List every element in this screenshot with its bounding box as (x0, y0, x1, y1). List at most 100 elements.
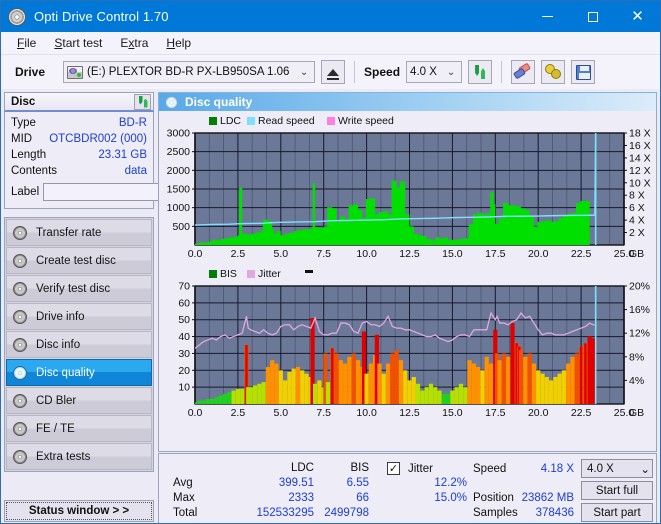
svg-text:12%: 12% (629, 328, 650, 340)
stats-speed-value: 4.18 X (540, 463, 574, 475)
sidebar-item-label: Transfer rate (36, 226, 102, 239)
sidebar-item-drive-info[interactable]: Drive info (6, 303, 152, 330)
svg-text:20: 20 (178, 365, 190, 377)
svg-text:500: 500 (172, 221, 190, 233)
sidebar-item-verify-test-disc[interactable]: Verify test disc (6, 275, 152, 302)
start-part-button[interactable]: Start part (581, 503, 653, 522)
stats-speed-label: Speed (473, 463, 507, 475)
svg-text:15.0: 15.0 (442, 248, 463, 260)
stats-row-total-label: Total (173, 507, 198, 519)
status-window-button[interactable]: Status window > > (4, 500, 154, 522)
menu-file[interactable]: File (8, 34, 45, 52)
eraser-icon (513, 62, 532, 80)
save-button[interactable] (571, 60, 596, 84)
title-bar: Opti Drive Control 1.70 ✕ (1, 1, 660, 32)
start-full-button[interactable]: Start full (581, 481, 653, 500)
charts-panel: LDC Read speed Write speed 500 1000 1500 2000 2… (158, 111, 657, 452)
disc-icon (13, 449, 27, 464)
svg-text:50: 50 (178, 314, 190, 326)
disc-refresh-button[interactable] (134, 93, 151, 110)
jitter-checkbox[interactable]: ✓ (387, 462, 400, 475)
sidebar-item-label: Create test disc (36, 254, 116, 267)
menu-bar: File Start test Extra Help (1, 32, 660, 55)
svg-text:10: 10 (178, 382, 190, 394)
menu-extra[interactable]: Extra (111, 34, 157, 52)
sidebar-item-extra-tests[interactable]: Extra tests (6, 443, 152, 470)
sidebar-item-label: Drive info (36, 310, 85, 323)
stats-max-bis: 66 (356, 492, 369, 504)
sidebar-item-label: Extra tests (36, 450, 91, 463)
svg-text:12.5: 12.5 (399, 248, 420, 260)
minimize-button[interactable] (525, 1, 570, 32)
toolbar-divider-1 (354, 61, 356, 83)
svg-text:70: 70 (178, 281, 190, 293)
menu-help[interactable]: Help (157, 34, 200, 52)
svg-text:7.5: 7.5 (316, 248, 331, 260)
svg-text:22.5: 22.5 (571, 407, 592, 419)
stats-avg-ldc: 399.51 (278, 477, 314, 489)
refresh-button[interactable] (468, 60, 493, 84)
svg-text:16%: 16% (629, 304, 650, 316)
close-icon: ✕ (631, 7, 644, 25)
svg-text:40: 40 (178, 331, 190, 343)
toolbar-divider-2 (501, 61, 503, 83)
svg-text:20.0: 20.0 (528, 248, 549, 260)
svg-text:Write speed: Write speed (338, 115, 394, 127)
svg-text:Read speed: Read speed (258, 115, 315, 127)
svg-text:4 X: 4 X (629, 215, 645, 227)
sidebar-item-transfer-rate[interactable]: Transfer rate (6, 219, 152, 246)
stats-position-value: 23862 MB (521, 492, 574, 504)
svg-text:2.5: 2.5 (231, 407, 246, 419)
stats-col-ldc-header: LDC (290, 462, 314, 474)
svg-text:17.5: 17.5 (485, 248, 506, 260)
svg-text:16 X: 16 X (629, 140, 651, 152)
drive-label: Drive (15, 65, 46, 79)
svg-text:5.0: 5.0 (273, 407, 288, 419)
disc-mid-value: OTCBDR002 (000) (49, 133, 147, 145)
result-speed-select[interactable]: 4.0 X ⌄ (581, 459, 653, 478)
disc-row-contents: Contents data (11, 163, 147, 179)
sidebar-item-label: Disc quality (36, 366, 95, 379)
sidebar-item-disc-info[interactable]: Disc info (6, 331, 152, 358)
sidebar-item-disc-quality[interactable]: Disc quality (6, 359, 152, 386)
svg-text:4%: 4% (629, 375, 644, 387)
close-button[interactable]: ✕ (615, 1, 660, 32)
sidebar-item-label: CD Bler (36, 394, 77, 407)
svg-text:8%: 8% (629, 351, 644, 363)
toolbar: Drive (E:) PLEXTOR BD-R PX-LB950SA 1.06 … (1, 55, 660, 89)
sidebar-item-create-test-disc[interactable]: Create test disc (6, 247, 152, 274)
menu-start-test[interactable]: Start test (45, 34, 111, 52)
chevron-down-icon: ⌄ (446, 66, 456, 78)
stats-total-bis: 2499798 (324, 507, 369, 519)
speed-select[interactable]: 4.0 X ⌄ (406, 61, 463, 83)
sidebar-item-fe-te[interactable]: FE / TE (6, 415, 152, 442)
app-disc-icon (8, 7, 26, 26)
jitter-label: Jitter (408, 463, 433, 475)
svg-text:18 X: 18 X (629, 128, 651, 140)
svg-text:1000: 1000 (167, 202, 191, 214)
stats-avg-bis: 6.55 (346, 477, 369, 489)
disc-quality-icon (165, 95, 178, 109)
disc-icon (13, 225, 27, 240)
svg-text:BIS: BIS (220, 268, 237, 280)
disc-quality-header: Disc quality (158, 92, 657, 111)
erase-button[interactable] (511, 60, 536, 84)
settings-button[interactable] (541, 60, 566, 84)
svg-text:LDC: LDC (220, 115, 241, 127)
eject-button[interactable] (321, 60, 346, 84)
drive-select[interactable]: (E:) PLEXTOR BD-R PX-LB950SA 1.06 ⌄ (63, 61, 316, 83)
disc-info-panel: Type BD-R MID OTCBDR002 (000) Length 23.… (4, 112, 246, 209)
svg-text:0.0: 0.0 (188, 407, 203, 419)
bulb-icon (545, 64, 562, 80)
svg-text:10 X: 10 X (629, 177, 651, 189)
sidebar-item-label: Disc info (36, 338, 81, 351)
disc-icon (13, 365, 27, 380)
disc-quality-charts: LDC Read speed Write speed 500 1000 1500 2000 2… (167, 115, 651, 419)
disc-length-value: 23.31 GB (98, 149, 147, 161)
result-speed-value: 4.0 X (587, 462, 614, 475)
svg-text:22.5: 22.5 (571, 248, 592, 260)
stats-samples-value: 378436 (535, 507, 574, 519)
maximize-icon (587, 11, 598, 22)
sidebar-item-cd-bler[interactable]: CD Bler (6, 387, 152, 414)
maximize-button[interactable] (570, 1, 615, 32)
